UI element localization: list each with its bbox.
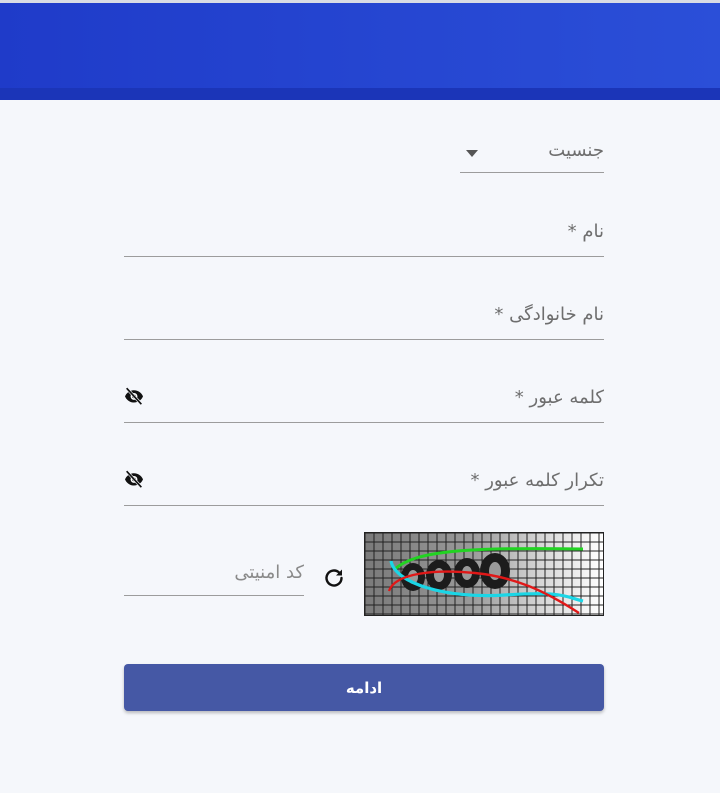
app-header bbox=[0, 3, 720, 88]
captcha-image bbox=[364, 532, 604, 616]
password-field[interactable]: کلمه عبور * bbox=[124, 383, 604, 423]
caret-down-icon[interactable] bbox=[466, 150, 478, 157]
last-name-label: نام خانوادگی * bbox=[494, 304, 604, 325]
eye-off-icon[interactable] bbox=[124, 470, 144, 492]
password-underline bbox=[124, 422, 604, 423]
gender-select-label: جنسیت bbox=[548, 140, 604, 161]
refresh-icon[interactable] bbox=[322, 566, 346, 590]
password-repeat-underline bbox=[124, 505, 604, 506]
captcha-label: کد امنیتی bbox=[234, 562, 304, 583]
password-repeat-label: تکرار کلمه عبور * bbox=[470, 470, 605, 491]
password-repeat-field[interactable]: تکرار کلمه عبور * bbox=[124, 466, 604, 506]
first-name-label: نام * bbox=[567, 221, 604, 242]
continue-button[interactable]: ادامه bbox=[124, 664, 604, 711]
password-label: کلمه عبور * bbox=[514, 387, 604, 408]
eye-off-icon[interactable] bbox=[124, 387, 144, 409]
first-name-field[interactable]: نام * bbox=[124, 217, 604, 257]
last-name-underline bbox=[124, 339, 604, 340]
first-name-underline bbox=[124, 256, 604, 257]
gender-select[interactable]: جنسیت bbox=[460, 135, 604, 173]
captcha-underline bbox=[124, 595, 304, 596]
last-name-field[interactable]: نام خانوادگی * bbox=[124, 300, 604, 340]
captcha-field[interactable]: کد امنیتی bbox=[124, 558, 304, 596]
app-header-shadow bbox=[0, 88, 720, 100]
gender-select-underline bbox=[460, 172, 604, 173]
